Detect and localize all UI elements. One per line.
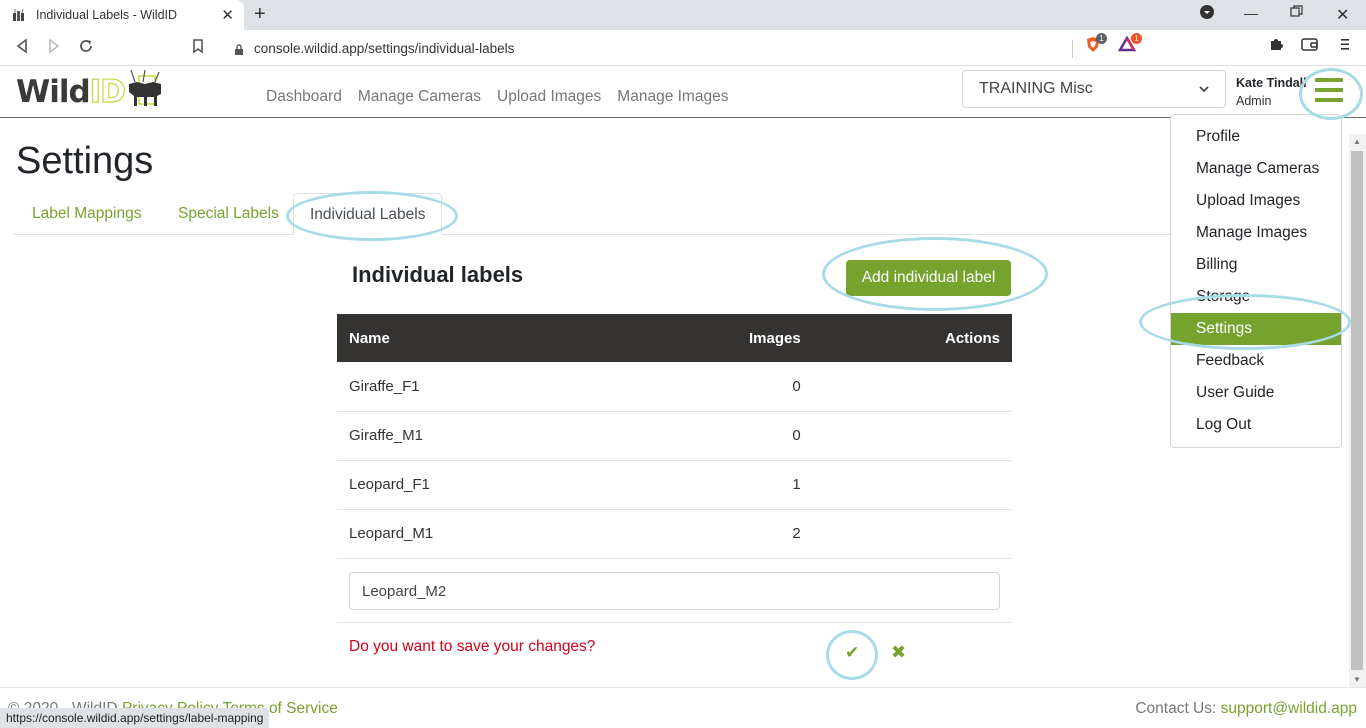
new-tab-icon[interactable]: +: [254, 3, 266, 26]
menu-item-profile[interactable]: Profile: [1171, 121, 1341, 153]
menu-item-upload-images[interactable]: Upload Images: [1171, 185, 1341, 217]
table-row: Giraffe_M1 0: [337, 411, 1012, 461]
label-name: Leopard_F1: [337, 460, 737, 510]
chevron-down-icon: [1199, 80, 1209, 98]
logo-wild-text: Wild: [16, 74, 91, 110]
check-icon[interactable]: ✔: [845, 643, 859, 663]
menu-item-manage-cameras[interactable]: Manage Cameras: [1171, 153, 1341, 185]
restore-icon[interactable]: [1290, 5, 1303, 21]
wallet-icon[interactable]: [1301, 36, 1319, 57]
scroll-down-icon[interactable]: ▼: [1353, 675, 1361, 684]
tab-individual-labels[interactable]: Individual Labels: [293, 193, 443, 235]
browser-tab[interactable]: Individual Labels - WildID ✕: [0, 0, 244, 30]
label-actions: [812, 411, 1012, 461]
label-image-count: 2: [737, 509, 813, 559]
wildid-favicon-icon: [12, 8, 26, 22]
support-email-link[interactable]: support@wildid.app: [1221, 700, 1357, 717]
menu-item-settings[interactable]: Settings: [1171, 313, 1341, 345]
brave-rewards-icon[interactable]: 1: [1117, 33, 1142, 57]
antelope-logo-icon: [125, 69, 167, 115]
new-label-row: [337, 560, 1012, 623]
menu-item-manage-images[interactable]: Manage Images: [1171, 217, 1341, 249]
individual-labels-table: Name Images Actions Giraffe_F1 0 Giraffe…: [337, 314, 1012, 559]
table-header-row: Name Images Actions: [337, 314, 1012, 362]
footer-right: Contact Us: support@wildid.app: [1135, 700, 1357, 718]
main-nav: Dashboard Manage Cameras Upload Images M…: [266, 88, 728, 106]
add-individual-label-button[interactable]: Add individual label: [846, 260, 1011, 296]
user-name: Kate Tindall: [1236, 76, 1306, 90]
column-header-name[interactable]: Name: [337, 314, 737, 362]
minimize-icon[interactable]: —: [1244, 5, 1258, 21]
status-bar-url: https://console.wildid.app/settings/labe…: [0, 708, 270, 728]
tab-special-labels[interactable]: Special Labels: [162, 193, 295, 235]
menu-item-user-guide[interactable]: User Guide: [1171, 377, 1341, 409]
address-bar[interactable]: console.wildid.app/settings/individual-l…: [222, 34, 1073, 62]
brave-rewards-badge: 1: [1131, 33, 1142, 44]
section-title: Individual labels: [352, 262, 524, 287]
nav-upload-images[interactable]: Upload Images: [497, 88, 601, 106]
label-name: Leopard_M1: [337, 509, 737, 559]
tab-search-icon[interactable]: [1200, 5, 1214, 22]
browser-menu-icon[interactable]: [1340, 36, 1350, 57]
scroll-up-icon[interactable]: ▲: [1353, 137, 1361, 146]
table-row: Leopard_M1 2: [337, 509, 1012, 559]
brave-shield-badge: 1: [1096, 33, 1107, 44]
label-actions: [812, 509, 1012, 559]
settings-tabs: Label Mappings Special Labels Individual…: [14, 193, 1174, 235]
nav-dashboard[interactable]: Dashboard: [266, 88, 342, 106]
label-name: Giraffe_F1: [337, 362, 737, 412]
nav-manage-cameras[interactable]: Manage Cameras: [358, 88, 481, 106]
project-select[interactable]: TRAINING Misc: [962, 70, 1226, 108]
table-row: Leopard_F1 1: [337, 460, 1012, 510]
user-info: Kate Tindall Admin: [1236, 74, 1306, 110]
label-image-count: 0: [737, 411, 813, 461]
x-icon[interactable]: ✖: [891, 642, 906, 663]
url-text: console.wildid.app/settings/individual-l…: [254, 40, 515, 56]
label-image-count: 1: [737, 460, 813, 510]
label-actions: [812, 362, 1012, 412]
lock-icon: [234, 43, 244, 55]
table-row: Giraffe_F1 0: [337, 362, 1012, 412]
save-changes-prompt: Do you want to save your changes?: [349, 638, 596, 655]
browser-nav-bar: console.wildid.app/settings/individual-l…: [0, 30, 1366, 66]
tab-label-mappings[interactable]: Label Mappings: [16, 193, 157, 235]
label-name: Giraffe_M1: [337, 411, 737, 461]
wildid-logo[interactable]: Wild ID: [16, 69, 167, 115]
extensions-puzzle-icon[interactable]: [1268, 36, 1284, 57]
page-title: Settings: [16, 140, 154, 182]
browser-tab-bar: Individual Labels - WildID ✕ + — ✕: [0, 0, 1366, 30]
menu-item-log-out[interactable]: Log Out: [1171, 409, 1341, 441]
label-actions: [812, 460, 1012, 510]
contact-label: Contact Us:: [1135, 700, 1217, 717]
new-label-input[interactable]: [349, 572, 1000, 610]
page-scrollbar[interactable]: ▲ ▼: [1349, 134, 1366, 687]
omnibox-divider: [1072, 40, 1073, 58]
menu-item-feedback[interactable]: Feedback: [1171, 345, 1341, 377]
bookmark-icon[interactable]: [192, 38, 204, 59]
close-tab-icon[interactable]: ✕: [221, 6, 234, 24]
scrollbar-thumb[interactable]: [1351, 151, 1363, 670]
menu-item-billing[interactable]: Billing: [1171, 249, 1341, 281]
brave-shield-icon[interactable]: 1: [1085, 33, 1107, 59]
forward-icon[interactable]: [47, 38, 61, 59]
menu-item-storage[interactable]: Storage: [1171, 281, 1341, 313]
project-select-value: TRAINING Misc: [979, 80, 1093, 97]
app-header: Wild ID Dashboard Manage Cameras Upload …: [0, 66, 1366, 118]
user-role: Admin: [1236, 94, 1272, 108]
browser-tab-title: Individual Labels - WildID: [36, 8, 178, 22]
logo-id-text: ID: [89, 73, 126, 110]
close-window-icon[interactable]: ✕: [1336, 5, 1349, 25]
nav-manage-images[interactable]: Manage Images: [617, 88, 728, 106]
column-header-images[interactable]: Images: [737, 314, 813, 362]
column-header-actions: Actions: [812, 314, 1012, 362]
reload-icon[interactable]: [78, 38, 94, 59]
label-image-count: 0: [737, 362, 813, 412]
user-dropdown-menu: Profile Manage Cameras Upload Images Man…: [1170, 114, 1342, 448]
back-icon[interactable]: [15, 38, 29, 59]
hamburger-menu-icon[interactable]: [1315, 78, 1343, 108]
